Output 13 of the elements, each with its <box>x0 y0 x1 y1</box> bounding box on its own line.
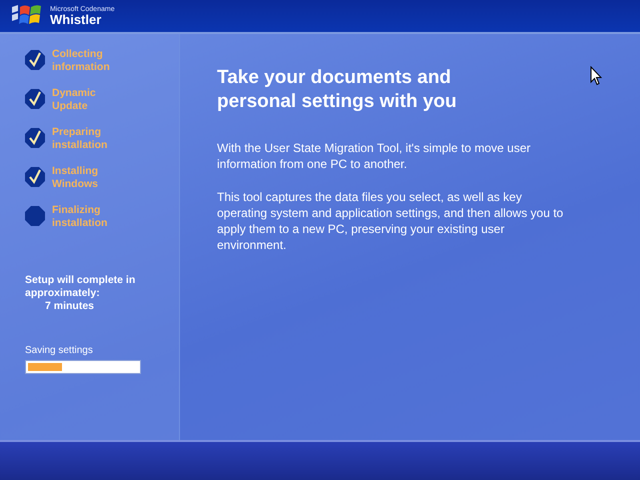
step-label: Collecting information <box>52 48 111 74</box>
step-label: Preparing installation <box>52 126 108 152</box>
step-label: Installing Windows <box>52 165 100 191</box>
mouse-pointer-icon <box>590 66 602 86</box>
step-label: Dynamic Update <box>52 87 97 113</box>
body-paragraph: This tool captures the data files you select, as well as key operating system and application settings, and then allows you to apply them to a new PC, preserving your existing user environment. <box>217 189 564 253</box>
time-estimate-text: Setup will complete in approximately: <box>25 274 136 300</box>
step-label: Finalizing installation <box>52 204 108 230</box>
progress-label: Saving settings <box>25 345 94 356</box>
time-remaining: 7 minutes <box>44 300 96 313</box>
body-paragraph: With the User State Migration Tool, it's simple to move user information from one PC to another. <box>217 140 532 172</box>
logo-title: Whistler <box>50 13 102 26</box>
page-heading: Take your documents and personal settings with you <box>217 66 458 114</box>
